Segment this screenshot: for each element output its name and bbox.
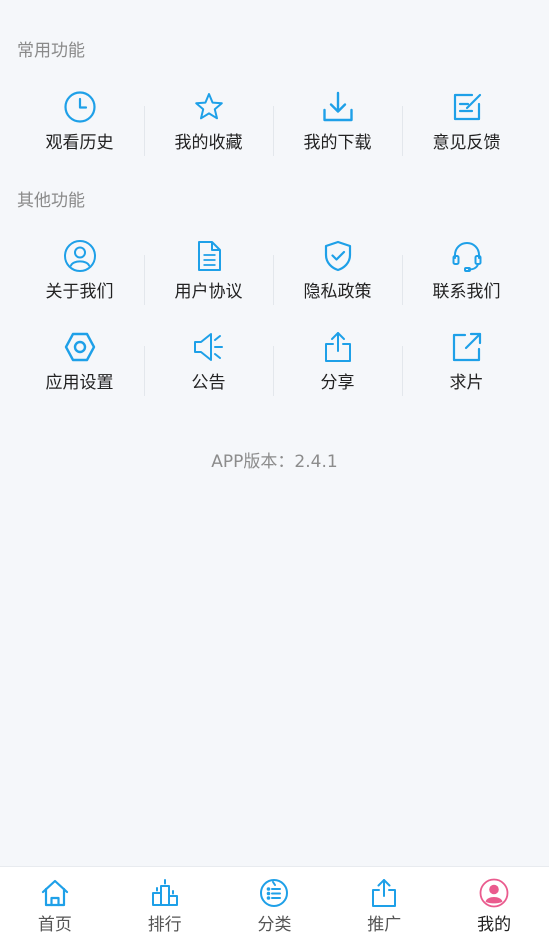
section-title-common: 常用功能 [17,41,85,61]
contact-us-button[interactable]: 联系我们 [402,233,531,323]
section-title-other: 其他功能 [17,191,85,211]
share-label: 分享 [320,373,355,393]
my-favorites-button[interactable]: 我的收藏 [144,84,273,174]
ranking-icon [150,878,180,908]
home-icon [40,878,70,908]
my-downloads-label: 我的下载 [303,133,372,153]
other-functions-row-1: 关于我们 用户协议 隐私政策 联系我们 [15,233,531,323]
star-icon [192,90,226,124]
download-icon [321,90,355,124]
announcement-label: 公告 [191,373,226,393]
common-functions-row: 观看历史 我的收藏 我的下载 意见反馈 [15,84,531,174]
tab-category[interactable]: 分类 [220,867,330,942]
watch-history-button[interactable]: 观看历史 [15,84,144,174]
clock-icon [63,90,97,124]
contact-us-label: 联系我们 [432,282,501,302]
app-version-text: APP版本：2.4.1 [211,452,338,472]
feedback-edit-icon [450,90,484,124]
settings-hexagon-icon [63,330,97,364]
category-list-icon [259,878,289,908]
about-us-button[interactable]: 关于我们 [15,233,144,323]
external-link-icon [450,330,484,364]
headset-icon [450,239,484,273]
feedback-label: 意见反馈 [432,133,501,153]
tab-ranking-label: 排行 [147,915,182,935]
bottom-tab-bar: 首页 排行 分类 推广 我的 [0,866,549,942]
share-button[interactable]: 分享 [273,324,402,414]
app-settings-label: 应用设置 [45,373,114,393]
tab-promotion[interactable]: 推广 [329,867,439,942]
tab-mine-label: 我的 [477,915,512,935]
tab-mine[interactable]: 我的 [439,867,549,942]
user-agreement-button[interactable]: 用户协议 [144,233,273,323]
other-functions-row-2: 应用设置 公告 分享 求片 [15,324,531,414]
shield-check-icon [321,239,355,273]
app-settings-button[interactable]: 应用设置 [15,324,144,414]
tab-promotion-label: 推广 [367,915,402,935]
my-downloads-button[interactable]: 我的下载 [273,84,402,174]
profile-icon [479,878,509,908]
request-film-label: 求片 [449,373,484,393]
tab-home-label: 首页 [37,915,72,935]
speaker-icon [192,330,226,364]
privacy-policy-label: 隐私政策 [303,282,372,302]
watch-history-label: 观看历史 [45,133,114,153]
share-icon [321,330,355,364]
user-agreement-label: 用户协议 [174,282,243,302]
request-film-button[interactable]: 求片 [402,324,531,414]
about-us-label: 关于我们 [45,282,114,302]
document-icon [192,239,226,273]
tab-ranking[interactable]: 排行 [110,867,220,942]
my-favorites-label: 我的收藏 [174,133,243,153]
profile-page: 常用功能 观看历史 我的收藏 我的下载 意见反馈 其他功能 关于我们 用户协议 … [0,0,549,942]
share-up-icon [369,878,399,908]
user-circle-icon [63,239,97,273]
privacy-policy-button[interactable]: 隐私政策 [273,233,402,323]
feedback-button[interactable]: 意见反馈 [402,84,531,174]
announcement-button[interactable]: 公告 [144,324,273,414]
tab-home[interactable]: 首页 [0,867,110,942]
tab-category-label: 分类 [257,915,292,935]
